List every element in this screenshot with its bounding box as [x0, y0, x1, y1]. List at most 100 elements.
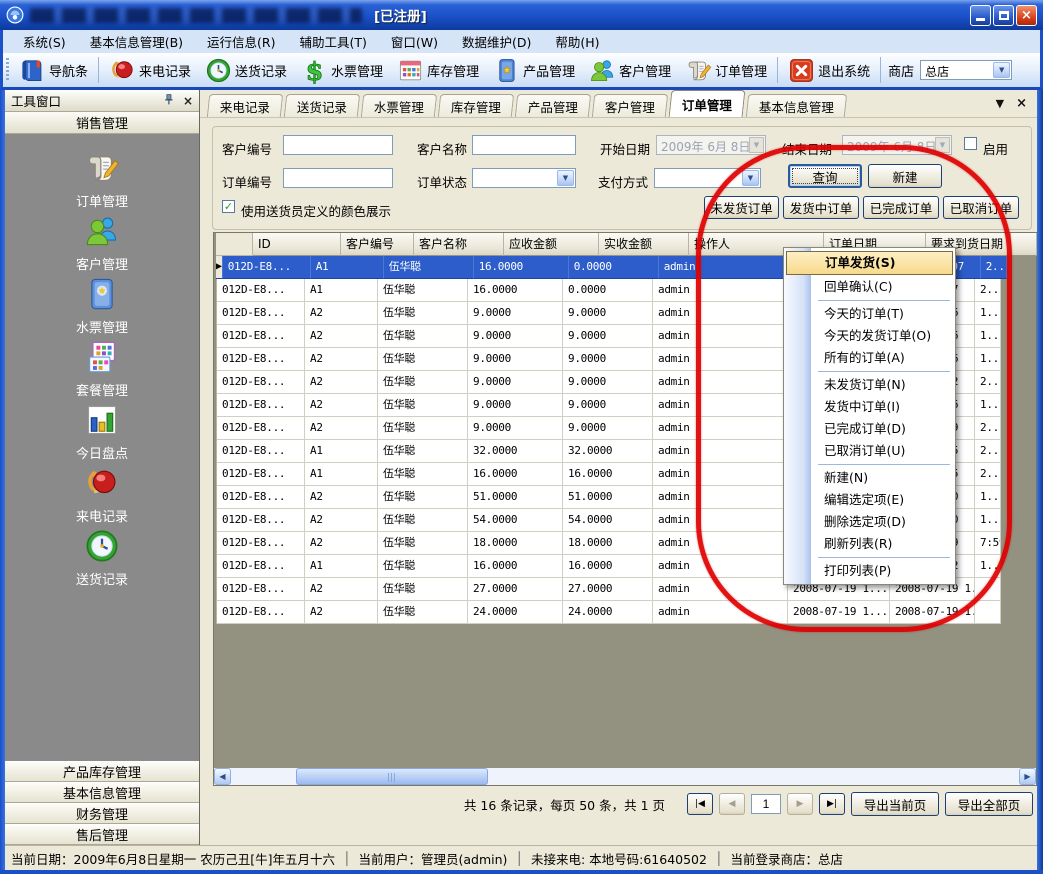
menubar-item-2[interactable]: 运行信息(R)	[195, 30, 287, 53]
sidebar-group-3[interactable]: 售后管理	[5, 824, 199, 845]
scrollbar-track[interactable]	[231, 768, 1019, 785]
first-page-button[interactable]: |◀	[687, 793, 713, 815]
column-header[interactable]: 客户名称	[414, 233, 504, 256]
context-menu-item-13[interactable]: 编辑选定项(E)	[786, 489, 953, 511]
menubar-item-6[interactable]: 帮助(H)	[543, 30, 611, 53]
filter-status-button-1[interactable]: 发货中订单	[783, 196, 859, 219]
sidebar-section-sales[interactable]: 销售管理	[5, 112, 199, 134]
context-menu-item-7[interactable]: 未发货订单(N)	[786, 374, 953, 396]
product-icon	[493, 57, 520, 84]
sidebar-item-order[interactable]: 订单管理	[5, 150, 199, 213]
enable-date-checkbox[interactable]	[964, 137, 977, 150]
chevron-down-icon[interactable]: ▼	[993, 62, 1010, 78]
toolbar-order-button[interactable]: 订单管理	[678, 55, 774, 85]
context-menu-item-0[interactable]: 订单发货(S)	[786, 251, 953, 275]
tab-来电记录[interactable]: 来电记录	[207, 94, 283, 117]
end-date-picker[interactable]: 2009年 6月 8日 ▼	[842, 135, 952, 155]
context-menu-item-12[interactable]: 新建(N)	[786, 467, 953, 489]
sidebar-item-customers[interactable]: 客户管理	[5, 213, 199, 276]
menubar-item-3[interactable]: 辅助工具(T)	[288, 30, 379, 53]
tab-scroll-down-icon[interactable]: ▼	[996, 97, 1004, 110]
context-menu-item-8[interactable]: 发货中订单(I)	[786, 396, 953, 418]
toolbar-navbar-button[interactable]: 导航条	[12, 55, 95, 85]
menubar-item-1[interactable]: 基本信息管理(B)	[78, 30, 195, 53]
chevron-down-icon[interactable]: ▼	[557, 170, 574, 186]
prev-page-button[interactable]: ◀	[719, 793, 745, 815]
sidebar-item-clock[interactable]: 送货记录	[5, 528, 199, 591]
close-tool-window-icon[interactable]: ×	[183, 94, 193, 108]
filter-status-button-3[interactable]: 已取消订单	[943, 196, 1019, 219]
row-selector[interactable]: ▶	[216, 256, 223, 279]
table-cell: A2	[305, 348, 378, 371]
horizontal-scrollbar[interactable]: ◀ ▶	[214, 768, 1036, 785]
column-header[interactable]: 客户编号	[341, 233, 414, 256]
column-header[interactable]	[1011, 233, 1037, 256]
scroll-right-icon[interactable]: ▶	[1019, 768, 1036, 785]
toolbar-grip[interactable]	[6, 58, 9, 82]
sidebar-item-chart[interactable]: 今日盘点	[5, 402, 199, 465]
courier-color-checkbox[interactable]: ✓	[222, 200, 235, 213]
sidebar-group-1[interactable]: 基本信息管理	[5, 782, 199, 803]
tab-客户管理[interactable]: 客户管理	[592, 94, 668, 117]
export-all-pages-button[interactable]: 导出全部页	[945, 792, 1033, 816]
context-menu-item-14[interactable]: 删除选定项(D)	[786, 511, 953, 533]
column-header[interactable]: 应收金额	[504, 233, 599, 256]
context-menu-item-5[interactable]: 所有的订单(A)	[786, 347, 953, 369]
toolbar-calendar-button[interactable]: 库存管理	[390, 55, 486, 85]
menubar-item-4[interactable]: 窗口(W)	[379, 30, 450, 53]
store-combobox[interactable]: 总店 ▼	[920, 60, 1012, 80]
tab-送货记录[interactable]: 送货记录	[284, 94, 360, 117]
context-menu-item-17[interactable]: 打印列表(P)	[786, 560, 953, 582]
sidebar-item-package[interactable]: 套餐管理	[5, 339, 199, 402]
table-row[interactable]: 012D-E8...A2伍华聪24.000024.0000admin2008-0…	[216, 601, 1037, 624]
toolbar-call-button[interactable]: 来电记录	[102, 55, 198, 85]
filter-status-button-0[interactable]: 未发货订单	[704, 196, 779, 219]
chevron-down-icon[interactable]: ▼	[742, 170, 759, 186]
start-date-picker[interactable]: 2009年 6月 8日 ▼	[656, 135, 766, 155]
filter-status-button-2[interactable]: 已完成订单	[863, 196, 939, 219]
customer-no-input[interactable]	[283, 135, 393, 155]
menubar-item-0[interactable]: 系统(S)	[11, 30, 78, 53]
order-no-input[interactable]	[283, 168, 393, 188]
tab-基本信息管理[interactable]: 基本信息管理	[746, 94, 847, 117]
toolbar-clock-button[interactable]: 送货记录	[198, 55, 294, 85]
minimize-button[interactable]	[970, 5, 991, 26]
pin-icon[interactable]	[162, 93, 175, 109]
customer-name-input[interactable]	[472, 135, 576, 155]
tab-close-icon[interactable]: ×	[1016, 96, 1027, 111]
sidebar-item-ticket[interactable]: 水票管理	[5, 276, 199, 339]
context-menu-item-4[interactable]: 今天的发货订单(O)	[786, 325, 953, 347]
new-button[interactable]: 新建	[868, 164, 942, 188]
tab-水票管理[interactable]: 水票管理	[361, 94, 437, 117]
menubar-item-5[interactable]: 数据维护(D)	[450, 30, 543, 53]
pay-method-select[interactable]: ▼	[654, 168, 761, 188]
column-header[interactable]: ID	[253, 233, 341, 256]
sidebar-group-2[interactable]: 财务管理	[5, 803, 199, 824]
order-status-select[interactable]: ▼	[472, 168, 576, 188]
toolbar-product-button[interactable]: 产品管理	[486, 55, 582, 85]
maximize-button[interactable]	[993, 5, 1014, 26]
context-menu-item-3[interactable]: 今天的订单(T)	[786, 303, 953, 325]
column-header[interactable]: 实收金额	[599, 233, 689, 256]
toolbar-dollar-button[interactable]: $水票管理	[294, 55, 390, 85]
context-menu-item-1[interactable]: 回单确认(C)	[786, 276, 953, 298]
tab-订单管理[interactable]: 订单管理	[669, 90, 746, 117]
scroll-left-icon[interactable]: ◀	[214, 768, 231, 785]
toolbar-customers-button[interactable]: 客户管理	[582, 55, 678, 85]
tab-库存管理[interactable]: 库存管理	[438, 94, 514, 117]
call-icon	[109, 57, 136, 84]
context-menu-item-10[interactable]: 已取消订单(U)	[786, 440, 953, 462]
close-button[interactable]: ×	[1016, 5, 1037, 26]
sidebar-item-call[interactable]: 来电记录	[5, 465, 199, 528]
next-page-button[interactable]: ▶	[787, 793, 813, 815]
page-number-input[interactable]	[751, 794, 781, 814]
tab-产品管理[interactable]: 产品管理	[515, 94, 591, 117]
last-page-button[interactable]: ▶|	[819, 793, 845, 815]
query-button[interactable]: 查询	[788, 164, 862, 188]
scrollbar-thumb[interactable]	[296, 768, 488, 785]
sidebar-group-0[interactable]: 产品库存管理	[5, 761, 199, 782]
context-menu-item-15[interactable]: 刷新列表(R)	[786, 533, 953, 555]
toolbar-exit-button[interactable]: 退出系统	[781, 55, 877, 85]
context-menu-item-9[interactable]: 已完成订单(D)	[786, 418, 953, 440]
export-current-page-button[interactable]: 导出当前页	[851, 792, 939, 816]
